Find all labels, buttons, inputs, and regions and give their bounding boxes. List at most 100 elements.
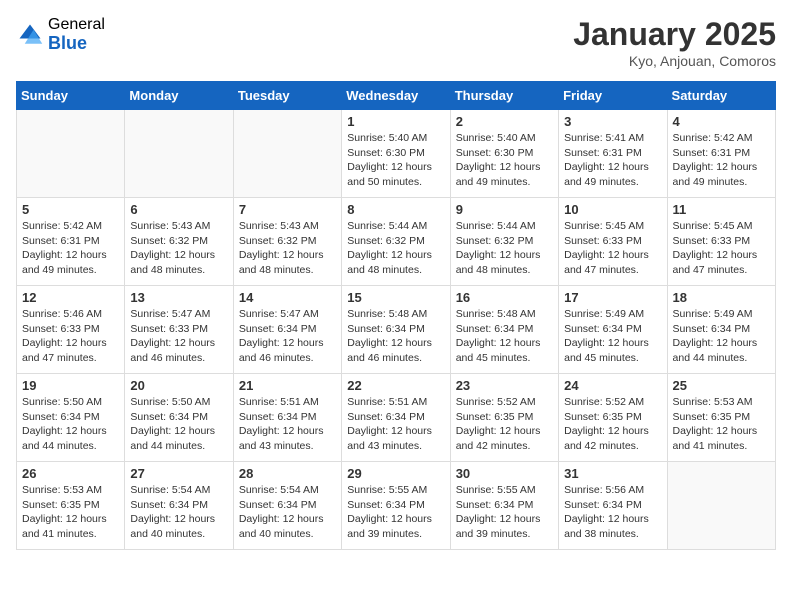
calendar-day-cell: 19Sunrise: 5:50 AM Sunset: 6:34 PM Dayli… (17, 374, 125, 462)
calendar-day-cell (125, 110, 233, 198)
logo-text: General Blue (48, 16, 105, 53)
weekday-header-row: SundayMondayTuesdayWednesdayThursdayFrid… (17, 82, 776, 110)
calendar-day-cell: 23Sunrise: 5:52 AM Sunset: 6:35 PM Dayli… (450, 374, 558, 462)
calendar-week-row: 12 Sunrise: 5:46 AM Sunset: 6:33 PM Dayli… (17, 286, 776, 374)
calendar-day-cell: 27 Sunrise: 5:54 AM Sunset: 6:34 PM Dayli… (125, 462, 233, 550)
calendar-week-row: 19 Sunrise: 5:50 AM Sunset: 6:34 PM Dayli… (17, 374, 776, 462)
day-number: 11 (673, 202, 770, 217)
day-info: Sunrise: 5:47 AM Sunset: 6:34 PM Dayligh… (239, 307, 336, 366)
calendar-day-cell: 18 Sunrise: 5:49 AM Sunset: 6:34 PM Dayli… (667, 286, 775, 374)
weekday-header: Monday (125, 82, 233, 110)
day-info: Sunrise: 5:43 AM Sunset: 6:32 PM Dayligh… (239, 219, 336, 278)
weekday-header: Sunday (17, 82, 125, 110)
weekday-header: Friday (559, 82, 667, 110)
day-info: Sunrise: 5:42 AM Sunset: 6:31 PM Dayligh… (22, 219, 119, 278)
day-info: Sunrise: 5:55 AM Sunset: 6:34 PM Dayligh… (347, 483, 444, 542)
day-number: 10 (564, 202, 661, 217)
day-info: Sunrise: 5:40 AM Sunset: 6:30 PM Dayligh… (347, 131, 444, 190)
day-info: Sunrise: 5:43 AM Sunset: 6:32 PM Dayligh… (130, 219, 227, 278)
day-number: 29 (347, 466, 444, 481)
day-number: 12 (22, 290, 119, 305)
month-title: January 2025 (573, 16, 776, 53)
day-number: 28 (239, 466, 336, 481)
day-info: Sunrise: 5:55 AM Sunset: 6:34 PM Dayligh… (456, 483, 553, 542)
day-info: Sunrise: 5:50 AM Sunset: 6:34 PM Dayligh… (130, 395, 227, 454)
calendar-day-cell: 21Sunrise: 5:51 AM Sunset: 6:34 PM Dayli… (233, 374, 341, 462)
day-info: Sunrise: 5:49 AM Sunset: 6:34 PM Dayligh… (564, 307, 661, 366)
day-number: 27 (130, 466, 227, 481)
calendar-day-cell: 22 Sunrise: 5:51 AM Sunset: 6:34 PM Dayli… (342, 374, 450, 462)
day-number: 25 (673, 378, 770, 393)
calendar-day-cell: 5Sunrise: 5:42 AM Sunset: 6:31 PM Daylig… (17, 198, 125, 286)
day-info: Sunrise: 5:52 AM Sunset: 6:35 PM Dayligh… (564, 395, 661, 454)
day-number: 23 (456, 378, 553, 393)
calendar-day-cell: 12 Sunrise: 5:46 AM Sunset: 6:33 PM Dayli… (17, 286, 125, 374)
weekday-header: Saturday (667, 82, 775, 110)
weekday-header: Thursday (450, 82, 558, 110)
calendar-day-cell: 2 Sunrise: 5:40 AM Sunset: 6:30 PM Daylig… (450, 110, 558, 198)
location: Kyo, Anjouan, Comoros (573, 53, 776, 69)
calendar-day-cell: 11 Sunrise: 5:45 AM Sunset: 6:33 PM Dayli… (667, 198, 775, 286)
calendar-day-cell: 15Sunrise: 5:48 AM Sunset: 6:34 PM Dayli… (342, 286, 450, 374)
day-number: 15 (347, 290, 444, 305)
day-number: 13 (130, 290, 227, 305)
weekday-header: Tuesday (233, 82, 341, 110)
day-info: Sunrise: 5:45 AM Sunset: 6:33 PM Dayligh… (673, 219, 770, 278)
calendar-day-cell: 17 Sunrise: 5:49 AM Sunset: 6:34 PM Dayli… (559, 286, 667, 374)
calendar-day-cell: 9 Sunrise: 5:44 AM Sunset: 6:32 PM Daylig… (450, 198, 558, 286)
day-info: Sunrise: 5:44 AM Sunset: 6:32 PM Dayligh… (456, 219, 553, 278)
calendar-day-cell: 14 Sunrise: 5:47 AM Sunset: 6:34 PM Dayli… (233, 286, 341, 374)
day-info: Sunrise: 5:56 AM Sunset: 6:34 PM Dayligh… (564, 483, 661, 542)
calendar-day-cell: 24 Sunrise: 5:52 AM Sunset: 6:35 PM Dayli… (559, 374, 667, 462)
day-info: Sunrise: 5:54 AM Sunset: 6:34 PM Dayligh… (130, 483, 227, 542)
weekday-header: Wednesday (342, 82, 450, 110)
day-info: Sunrise: 5:40 AM Sunset: 6:30 PM Dayligh… (456, 131, 553, 190)
calendar-day-cell: 26 Sunrise: 5:53 AM Sunset: 6:35 PM Dayli… (17, 462, 125, 550)
day-number: 24 (564, 378, 661, 393)
calendar-day-cell: 10Sunrise: 5:45 AM Sunset: 6:33 PM Dayli… (559, 198, 667, 286)
calendar-day-cell (233, 110, 341, 198)
day-info: Sunrise: 5:48 AM Sunset: 6:34 PM Dayligh… (456, 307, 553, 366)
day-number: 21 (239, 378, 336, 393)
day-number: 18 (673, 290, 770, 305)
calendar-week-row: 5Sunrise: 5:42 AM Sunset: 6:31 PM Daylig… (17, 198, 776, 286)
day-number: 7 (239, 202, 336, 217)
calendar-day-cell: 6Sunrise: 5:43 AM Sunset: 6:32 PM Daylig… (125, 198, 233, 286)
day-number: 17 (564, 290, 661, 305)
day-info: Sunrise: 5:46 AM Sunset: 6:33 PM Dayligh… (22, 307, 119, 366)
day-number: 14 (239, 290, 336, 305)
day-info: Sunrise: 5:49 AM Sunset: 6:34 PM Dayligh… (673, 307, 770, 366)
calendar-day-cell: 30 Sunrise: 5:55 AM Sunset: 6:34 PM Dayli… (450, 462, 558, 550)
day-info: Sunrise: 5:54 AM Sunset: 6:34 PM Dayligh… (239, 483, 336, 542)
logo-icon (16, 21, 44, 49)
day-info: Sunrise: 5:51 AM Sunset: 6:34 PM Dayligh… (347, 395, 444, 454)
day-number: 26 (22, 466, 119, 481)
calendar-day-cell: 4Sunrise: 5:42 AM Sunset: 6:31 PM Daylig… (667, 110, 775, 198)
calendar-day-cell: 20Sunrise: 5:50 AM Sunset: 6:34 PM Dayli… (125, 374, 233, 462)
day-info: Sunrise: 5:53 AM Sunset: 6:35 PM Dayligh… (22, 483, 119, 542)
day-info: Sunrise: 5:44 AM Sunset: 6:32 PM Dayligh… (347, 219, 444, 278)
day-info: Sunrise: 5:41 AM Sunset: 6:31 PM Dayligh… (564, 131, 661, 190)
day-info: Sunrise: 5:53 AM Sunset: 6:35 PM Dayligh… (673, 395, 770, 454)
calendar-day-cell: 13Sunrise: 5:47 AM Sunset: 6:33 PM Dayli… (125, 286, 233, 374)
calendar-day-cell: 8 Sunrise: 5:44 AM Sunset: 6:32 PM Daylig… (342, 198, 450, 286)
calendar-day-cell: 29 Sunrise: 5:55 AM Sunset: 6:34 PM Dayli… (342, 462, 450, 550)
logo-blue: Blue (48, 34, 105, 54)
day-number: 19 (22, 378, 119, 393)
calendar-table: SundayMondayTuesdayWednesdayThursdayFrid… (16, 81, 776, 550)
day-info: Sunrise: 5:42 AM Sunset: 6:31 PM Dayligh… (673, 131, 770, 190)
day-number: 30 (456, 466, 553, 481)
logo: General Blue (16, 16, 105, 53)
day-number: 3 (564, 114, 661, 129)
day-number: 1 (347, 114, 444, 129)
day-number: 22 (347, 378, 444, 393)
calendar-day-cell: 28 Sunrise: 5:54 AM Sunset: 6:34 PM Dayli… (233, 462, 341, 550)
day-number: 2 (456, 114, 553, 129)
calendar-day-cell: 3 Sunrise: 5:41 AM Sunset: 6:31 PM Daylig… (559, 110, 667, 198)
day-number: 9 (456, 202, 553, 217)
day-number: 8 (347, 202, 444, 217)
logo-general: General (48, 16, 105, 34)
calendar-day-cell: 25 Sunrise: 5:53 AM Sunset: 6:35 PM Dayli… (667, 374, 775, 462)
calendar-day-cell: 31Sunrise: 5:56 AM Sunset: 6:34 PM Dayli… (559, 462, 667, 550)
day-number: 16 (456, 290, 553, 305)
